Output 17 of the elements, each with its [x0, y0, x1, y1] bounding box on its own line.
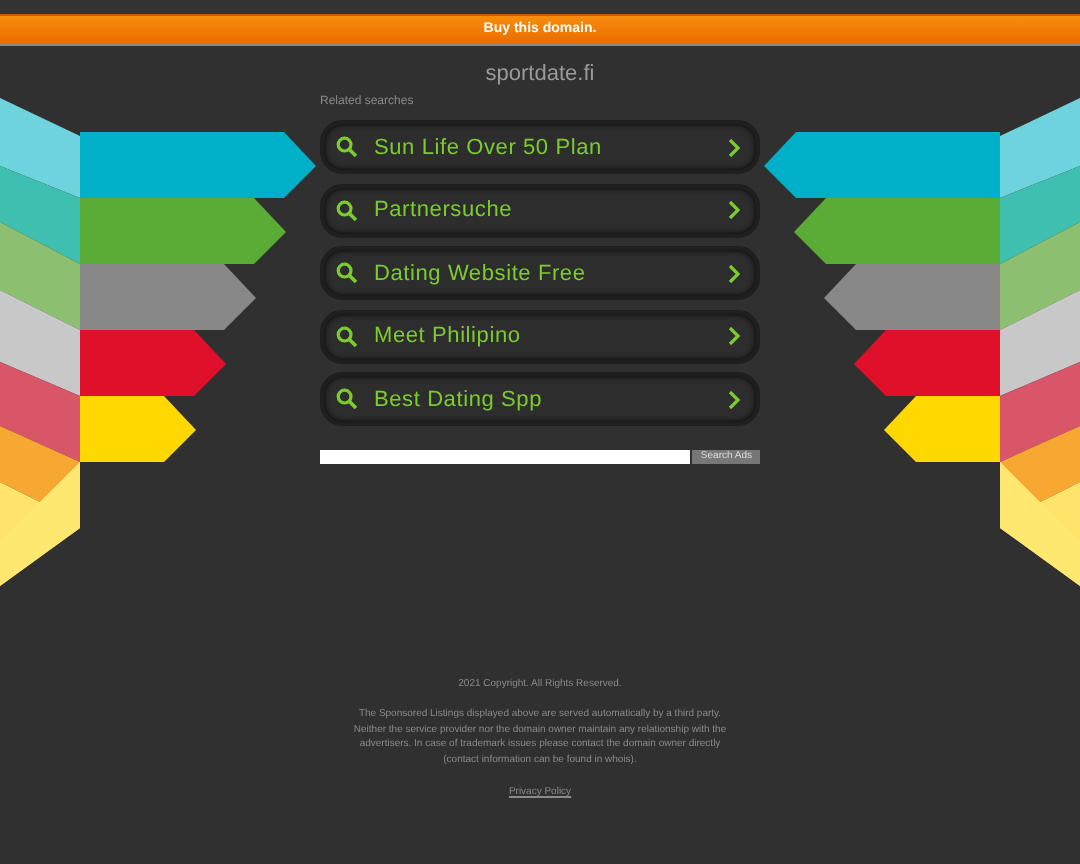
search-result-link[interactable]: Sun Life Over 50 Plan	[320, 120, 760, 174]
search-field[interactable]	[320, 450, 691, 465]
chevron-right-icon	[728, 200, 740, 221]
chevron-right-icon	[728, 326, 740, 347]
search-icon	[336, 388, 358, 411]
search-icon	[336, 262, 358, 285]
search-result-link[interactable]: Dating Website Free	[320, 246, 760, 301]
search-result-link[interactable]: Best Dating Spp	[320, 372, 760, 427]
search-icon	[336, 199, 358, 222]
search-result-link[interactable]: Meet Philipino	[320, 309, 760, 364]
search-icon	[336, 325, 358, 348]
domain-logo: sportdate.fi	[485, 62, 595, 90]
search-icon	[336, 136, 358, 158]
chevron-right-icon	[728, 137, 740, 157]
chevron-right-icon	[728, 389, 740, 410]
search-result-link[interactable]: Partnersuche	[320, 183, 760, 238]
chevron-right-icon	[728, 263, 740, 284]
